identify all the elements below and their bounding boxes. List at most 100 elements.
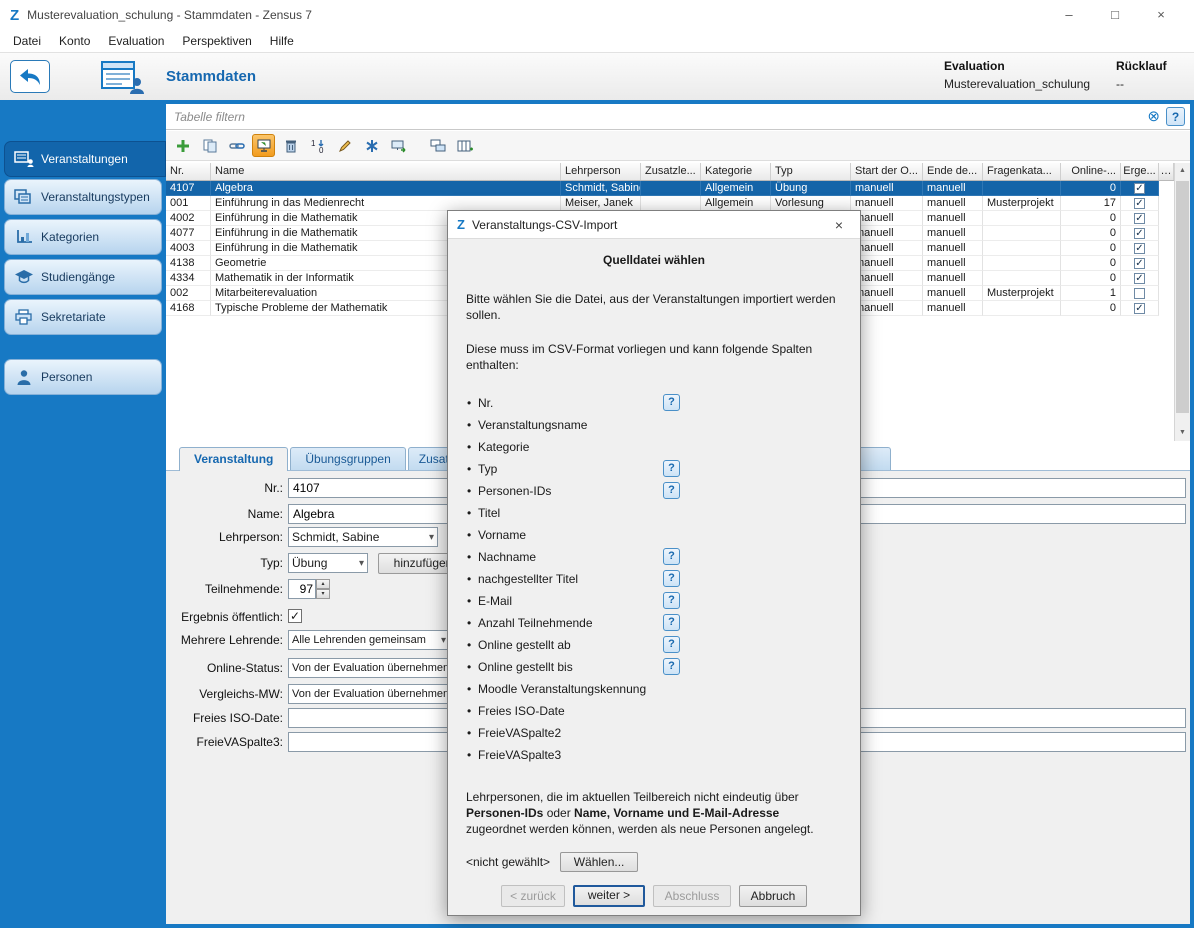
csv-column-label: Online gestellt bis [478,660,573,674]
new-evaluation-icon[interactable] [360,134,383,157]
lehrperson-select[interactable]: Schmidt, Sabine ▾ [288,527,438,547]
column-header[interactable]: Lehrperson [561,163,641,180]
column-header[interactable]: Kategorie [701,163,771,180]
online-status-select[interactable]: Von der Evaluation übernehmen ▾ [288,658,450,678]
dialog-close-icon[interactable]: × [827,217,851,233]
table-cell [983,211,1061,226]
categories-icon [14,229,34,245]
add-icon[interactable] [171,134,194,157]
menu-perspektiven[interactable]: Perspektiven [173,31,260,51]
sidebar-item-veranstaltungen[interactable]: Veranstaltungen [4,141,166,177]
csv-column-label: Kategorie [478,440,529,454]
row-checkbox[interactable]: ✓ [1134,228,1145,239]
csv-import-icon[interactable] [252,134,275,157]
window-title: Musterevaluation_schulung - Stammdaten -… [27,8,312,22]
maximize-button[interactable]: □ [1092,0,1138,30]
help-icon[interactable]: ? [663,658,680,675]
help-icon[interactable]: ? [663,592,680,609]
typ-select[interactable]: Übung ▾ [288,553,368,573]
publish-icon[interactable] [426,134,449,157]
column-header[interactable]: Name [211,163,561,180]
menu-datei[interactable]: Datei [4,31,50,51]
column-options-button[interactable]: … [1159,163,1174,180]
cancel-button[interactable]: Abbruch [739,885,807,907]
clear-filter-icon[interactable]: ⊗ [1147,108,1160,126]
finish-button[interactable]: Abschluss [653,885,731,907]
sidebar-item-veranstaltungstypen[interactable]: Veranstaltungstypen [4,179,162,215]
stepper-up-icon[interactable]: ▴ [316,579,330,589]
filter-help-button[interactable]: ? [1166,107,1185,126]
csv-column-label: Freies ISO-Date [478,704,565,718]
row-checkbox[interactable]: ✓ [1134,258,1145,269]
stepper-down-icon[interactable]: ▾ [316,589,330,599]
tab-veranstaltung[interactable]: Veranstaltung [179,447,288,471]
sidebar-item-sekretariate[interactable]: Sekretariate [4,299,162,335]
menu-evaluation[interactable]: Evaluation [99,31,173,51]
table-cell: 002 [166,286,211,301]
help-icon[interactable]: ? [663,570,680,587]
column-header[interactable]: Nr. [166,163,211,180]
row-checkbox[interactable]: ✓ [1134,273,1145,284]
table-cell: manuell [851,241,923,256]
choose-file-button[interactable]: Wählen... [560,852,638,872]
row-checkbox[interactable]: ✓ [1134,243,1145,254]
sidebar-item-studiengaenge[interactable]: Studiengänge [4,259,162,295]
csv-column-item: Vorname [466,527,842,549]
menu-konto[interactable]: Konto [50,31,99,51]
column-header[interactable]: Zusatzle... [641,163,701,180]
help-icon[interactable]: ? [663,548,680,565]
help-icon[interactable]: ? [663,614,680,631]
column-header[interactable]: Start der O... [851,163,923,180]
vergleichs-mw-select[interactable]: Von der Evaluation übernehmen ▾ [288,684,450,704]
table-cell [641,181,701,196]
row-checkbox[interactable]: ✓ [1134,303,1145,314]
ergebnis-checkbox[interactable]: ✓ [288,609,302,623]
next-step-button[interactable]: weiter > [573,885,645,907]
column-header[interactable]: Typ [771,163,851,180]
sidebar-item-personen[interactable]: Personen [4,359,162,395]
delete-icon[interactable] [279,134,302,157]
dialog-note: Lehrpersonen, die im aktuellen Teilberei… [466,789,842,837]
teilnehmende-stepper[interactable]: ▴ ▾ [316,579,330,599]
add-column-icon[interactable] [453,134,476,157]
duplicate-icon[interactable] [198,134,221,157]
column-header[interactable]: Ende de... [923,163,983,180]
help-icon[interactable]: ? [663,460,680,477]
table-cell: Musterprojekt [983,286,1061,301]
back-button[interactable] [10,60,50,93]
renumber-icon[interactable]: 10 [306,134,329,157]
help-icon[interactable]: ? [663,394,680,411]
attach-icon[interactable] [225,134,248,157]
help-icon[interactable]: ? [663,482,680,499]
help-icon[interactable]: ? [663,636,680,653]
menu-hilfe[interactable]: Hilfe [261,31,303,51]
scrollbar-thumb[interactable] [1176,181,1189,413]
table-row[interactable]: 001Einführung in das MedienrechtMeiser, … [166,196,1159,211]
csv-column-item: nachgestellter Titel? [466,571,842,593]
close-button[interactable]: × [1138,0,1184,30]
vertical-scrollbar[interactable]: ▲ ▼ [1174,163,1190,441]
scroll-up-icon[interactable]: ▲ [1175,163,1190,179]
back-step-button[interactable]: < zurück [501,885,565,907]
mehrere-lehrende-label: Mehrere Lehrende: [166,630,283,650]
column-header[interactable]: Online-... [1061,163,1121,180]
screen-export-icon[interactable] [387,134,410,157]
sidebar-item-kategorien[interactable]: Kategorien [4,219,162,255]
scroll-down-icon[interactable]: ▼ [1175,425,1190,441]
column-header[interactable]: Fragenkata... [983,163,1061,180]
row-checkbox[interactable] [1134,288,1145,299]
mehrere-lehrende-select[interactable]: Alle Lehrenden gemeinsam ▾ [288,630,450,650]
table-row[interactable]: 4107AlgebraSchmidt, SabineAllgemeinÜbung… [166,181,1159,196]
row-checkbox[interactable]: ✓ [1134,213,1145,224]
evaluation-value: Musterevaluation_schulung [944,77,1090,91]
table-filter-input[interactable] [168,105,1118,128]
chevron-down-icon: ▾ [359,558,364,569]
edit-icon[interactable] [333,134,356,157]
row-checkbox[interactable]: ✓ [1134,183,1145,194]
table-cell: 0 [1061,226,1121,241]
column-header[interactable]: Erge... [1121,163,1159,180]
row-checkbox[interactable]: ✓ [1134,198,1145,209]
minimize-button[interactable]: – [1046,0,1092,30]
teilnehmende-input[interactable] [288,579,316,599]
tab-uebungsgruppen[interactable]: Übungsgruppen [290,447,405,470]
